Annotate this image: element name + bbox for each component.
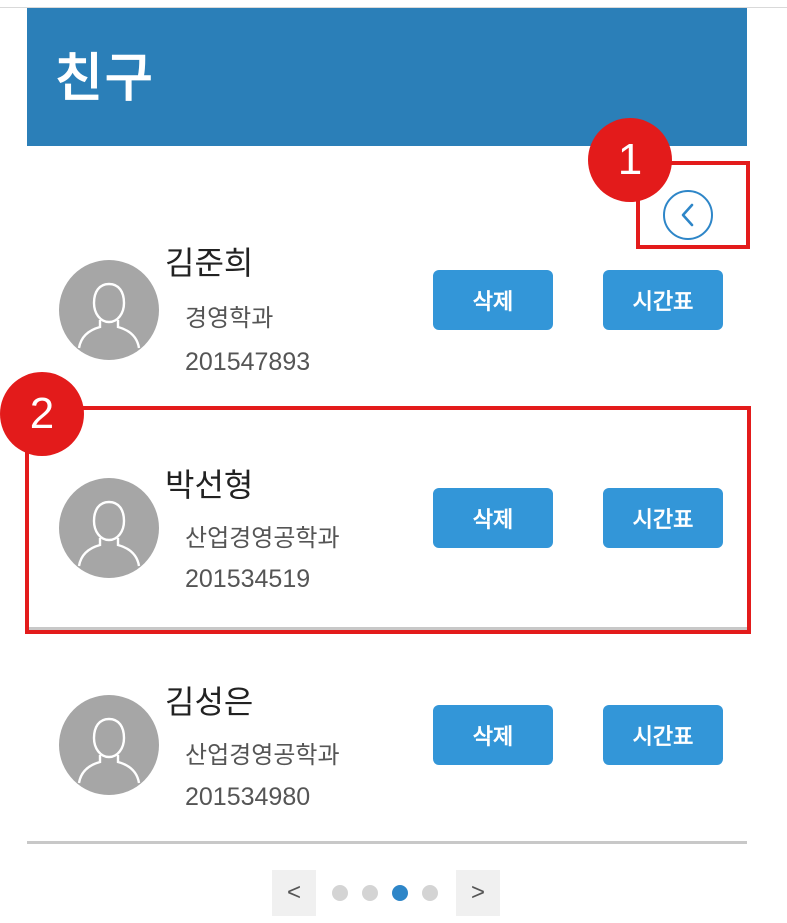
friend-department: 경영학과 (185, 304, 274, 332)
list-bottom-divider (27, 841, 747, 844)
person-icon (77, 717, 141, 784)
page-dot-2[interactable] (362, 885, 378, 901)
friend-name: 김준희 (165, 244, 254, 282)
delete-button[interactable]: 삭제 (433, 705, 553, 765)
page-dot-3-active[interactable] (392, 885, 408, 901)
prev-page-button[interactable]: < (272, 870, 316, 916)
page-dot-1[interactable] (332, 885, 348, 901)
person-icon (77, 282, 141, 349)
timetable-button[interactable]: 시간표 (603, 270, 723, 330)
next-page-button[interactable]: > (456, 870, 500, 916)
pagination: < > (272, 868, 502, 918)
page-title: 친구 (55, 49, 155, 109)
annotation-badge-2: 2 (0, 372, 84, 456)
annotation-box-2 (25, 406, 751, 634)
avatar (59, 695, 159, 795)
annotation-badge-1: 1 (588, 118, 672, 202)
delete-button[interactable]: 삭제 (433, 270, 553, 330)
friend-student-id: 201547893 (185, 348, 311, 376)
avatar (59, 260, 159, 360)
friend-row: 김성은 산업경영공학과 201534980 삭제 시간표 (27, 643, 747, 848)
friend-row: 김준희 경영학과 201547893 삭제 시간표 (27, 226, 747, 431)
page-dot-4[interactable] (422, 885, 438, 901)
friend-name: 김성은 (165, 683, 254, 721)
timetable-button[interactable]: 시간표 (603, 705, 723, 765)
friend-student-id: 201534980 (185, 783, 311, 811)
friend-department: 산업경영공학과 (185, 741, 340, 769)
